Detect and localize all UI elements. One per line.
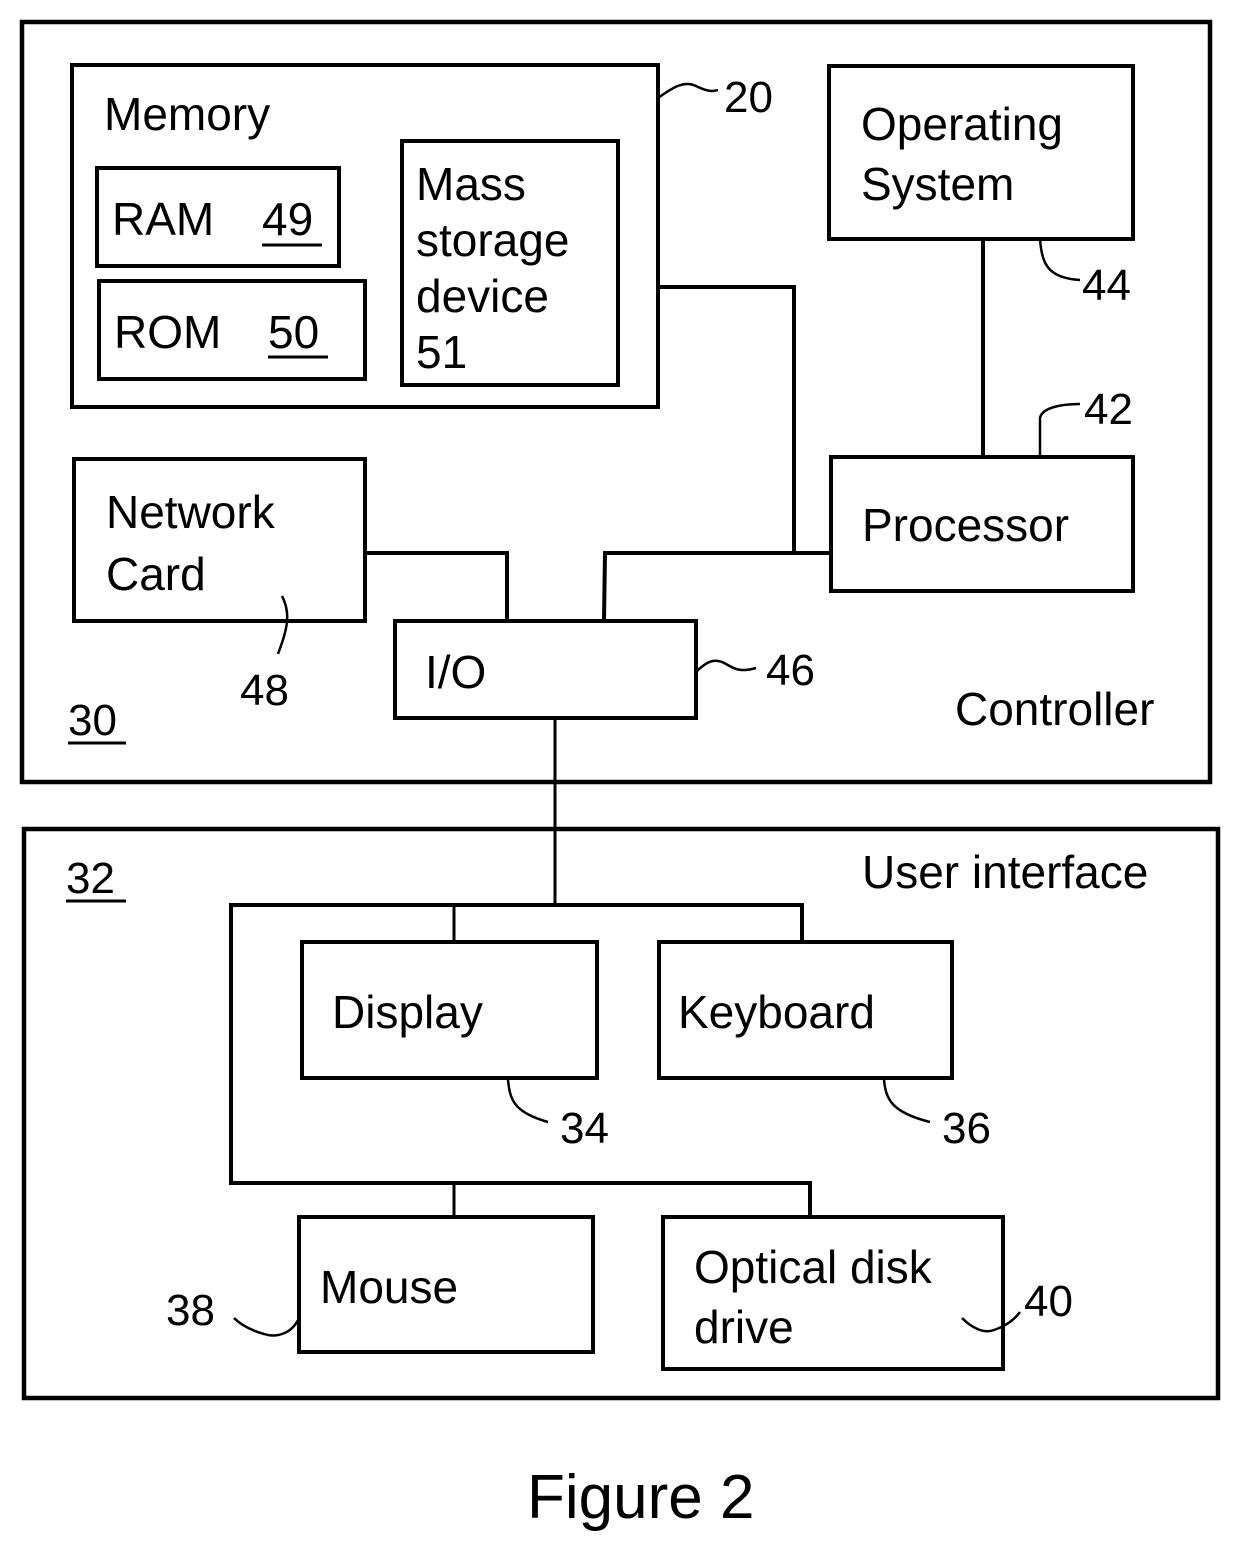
network-card-line-2: Card (106, 548, 206, 600)
network-io-wire (365, 551, 509, 621)
keyboard-ref: 36 (942, 1104, 991, 1153)
mass-storage-line-1: Mass (416, 158, 526, 210)
io-label: I/O (425, 646, 486, 698)
processor-label: Processor (862, 499, 1069, 551)
mouse-ref: 38 (166, 1286, 215, 1335)
user-interface-ref: 32 (66, 854, 115, 903)
controller-ref: 30 (68, 696, 117, 745)
block-diagram: Controller 30 Memory 20 RAM 49 ROM 50 Ma… (19, 19, 1221, 1532)
mass-storage-line-4: 51 (416, 326, 467, 378)
processor-leader (1038, 402, 1081, 457)
display-leader (506, 1079, 549, 1124)
keyboard-leader (882, 1079, 931, 1124)
display-label: Display (332, 986, 483, 1038)
rom-label: ROM (114, 306, 221, 358)
operating-system-line-2: System (861, 158, 1014, 210)
ui-bus-wire (229, 903, 812, 1217)
ram-label: RAM (112, 193, 214, 245)
memory-bus-wire (658, 285, 796, 553)
figure-caption: Figure 2 (527, 1463, 754, 1532)
network-card-leader (276, 595, 289, 655)
controller-label: Controller (955, 683, 1154, 735)
mouse-leader (233, 1317, 301, 1337)
network-card-line-1: Network (106, 486, 276, 538)
mass-storage-line-3: device (416, 270, 549, 322)
io-leader (695, 659, 757, 673)
memory-leader (657, 82, 719, 100)
io-ref: 46 (766, 646, 815, 695)
optical-drive-ref: 40 (1024, 1277, 1073, 1326)
io-processor-wire (602, 551, 831, 622)
optical-drive-leader (961, 1311, 1021, 1333)
processor-ref: 42 (1084, 385, 1133, 434)
display-ref: 34 (560, 1104, 609, 1153)
rom-ref: 50 (268, 306, 319, 358)
mass-storage-line-2: storage (416, 214, 569, 266)
operating-system-leader (1038, 238, 1081, 282)
keyboard-label: Keyboard (678, 986, 875, 1038)
ram-ref: 49 (262, 193, 313, 245)
network-card-ref: 48 (240, 666, 289, 715)
optical-drive-line-1: Optical disk (694, 1241, 933, 1293)
operating-system-line-1: Operating (861, 98, 1063, 150)
optical-drive-line-2: drive (694, 1301, 794, 1353)
memory-label: Memory (104, 88, 270, 140)
user-interface-label: User interface (862, 846, 1148, 898)
operating-system-ref: 44 (1082, 261, 1131, 310)
mouse-label: Mouse (320, 1261, 458, 1313)
operating-system-box (827, 64, 1135, 241)
memory-ref: 20 (724, 73, 773, 122)
